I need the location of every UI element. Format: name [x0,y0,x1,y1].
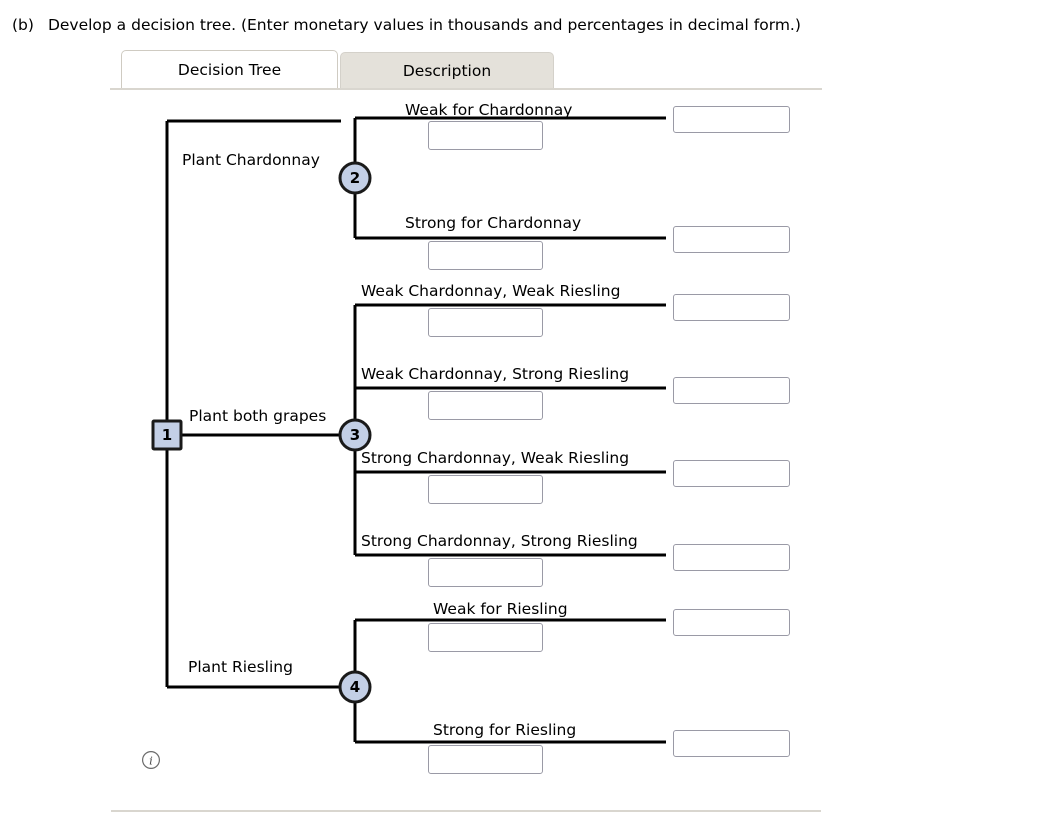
node-2-label: 2 [349,169,361,187]
question-prompt: (b) Develop a decision tree. (Enter monet… [12,15,801,35]
question-text: Develop a decision tree. (Enter monetary… [47,16,801,34]
probability-input-strong-chard-strong-ries[interactable] [428,558,543,587]
branch-label-strong-chard-weak-ries: Strong Chardonnay, Weak Riesling [361,449,630,467]
question-label: (b) [12,16,34,34]
probability-input-weak-chard-strong-ries[interactable] [428,391,543,420]
branch-label-plant-chardonnay: Plant Chardonnay [182,151,320,169]
probability-input-weak-chard-weak-ries[interactable] [428,308,543,337]
tab-decision-tree-label: Decision Tree [177,60,282,79]
probability-input-strong-riesling[interactable] [428,745,543,774]
branch-label-plant-riesling: Plant Riesling [188,658,293,676]
probability-input-weak-riesling[interactable] [428,623,543,652]
branch-label-plant-both-grapes: Plant both grapes [189,407,327,425]
payoff-input-strong-chardonnay[interactable] [673,226,790,253]
tab-decision-tree[interactable]: Decision Tree [121,50,338,88]
branch-label-weak-riesling: Weak for Riesling [433,600,568,618]
node-3-label: 3 [349,426,361,444]
payoff-input-strong-riesling[interactable] [673,730,790,757]
branch-label-weak-chard-weak-ries: Weak Chardonnay, Weak Riesling [361,282,621,300]
branch-label-strong-riesling: Strong for Riesling [433,721,577,739]
branch-label-weak-chardonnay: Weak for Chardonnay [405,101,573,119]
payoff-input-strong-chard-strong-ries[interactable] [673,544,790,571]
node-4-label: 4 [349,678,361,696]
branch-label-weak-chard-strong-ries: Weak Chardonnay, Strong Riesling [361,365,630,383]
payoff-input-weak-chard-weak-ries[interactable] [673,294,790,321]
probability-input-weak-chardonnay[interactable] [428,121,543,150]
info-icon[interactable]: i [141,750,161,770]
payoff-input-weak-chardonnay[interactable] [673,106,790,133]
probability-input-strong-chard-weak-ries[interactable] [428,475,543,504]
branch-label-strong-chardonnay: Strong for Chardonnay [405,214,582,232]
tab-strip: Decision Tree Description [110,50,822,90]
branch-label-strong-chard-strong-ries: Strong Chardonnay, Strong Riesling [361,532,638,550]
tab-description-label: Description [402,61,492,80]
payoff-input-weak-riesling[interactable] [673,609,790,636]
payoff-input-weak-chard-strong-ries[interactable] [673,377,790,404]
payoff-input-strong-chard-weak-ries[interactable] [673,460,790,487]
info-icon-glyph: i [142,751,160,769]
probability-input-strong-chardonnay[interactable] [428,241,543,270]
bottom-divider [111,810,821,812]
svg-text:i: i [149,753,153,767]
decision-tree-canvas: 1 2 3 4 Plant Chardonnay Plant both grap… [0,90,1050,790]
node-1-label: 1 [161,426,173,444]
tab-description[interactable]: Description [340,52,554,88]
